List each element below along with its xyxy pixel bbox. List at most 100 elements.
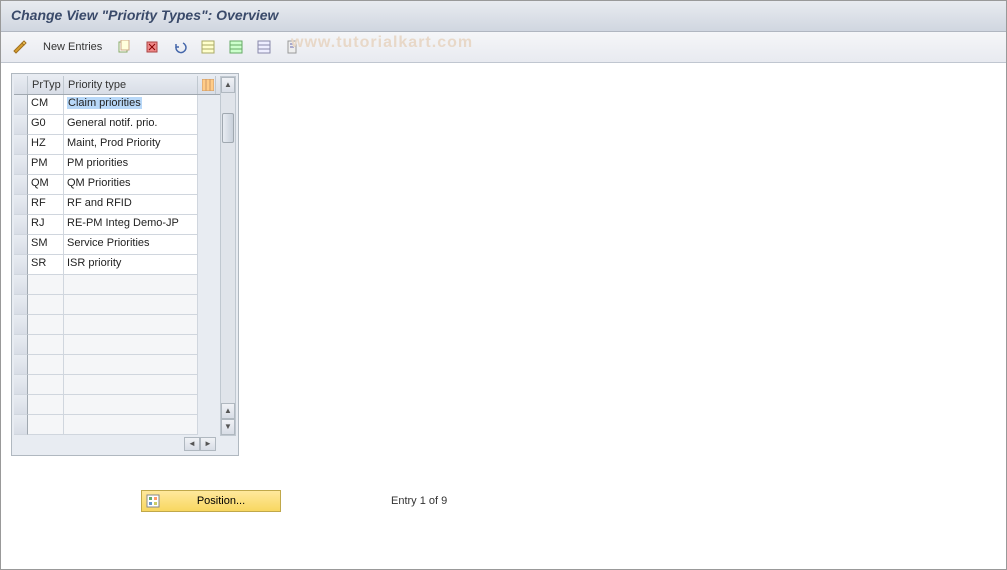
row-select[interactable] (14, 175, 28, 195)
table-row[interactable]: G0General notif. prio. (14, 115, 236, 135)
cell-prtyp[interactable]: PM (28, 155, 64, 175)
row-select[interactable] (14, 415, 28, 435)
table-row[interactable]: RFRF and RFID (14, 195, 236, 215)
copy-icon[interactable] (112, 36, 136, 58)
table-row[interactable]: SMService Priorities (14, 235, 236, 255)
watermark: www.tutorialkart.com (291, 34, 473, 52)
row-select[interactable] (14, 155, 28, 175)
scroll-left-icon[interactable]: ◄ (184, 437, 200, 451)
row-select[interactable] (14, 275, 28, 295)
col-header-desc[interactable]: Priority type (64, 76, 198, 94)
table-row[interactable]: QMQM Priorities (14, 175, 236, 195)
new-entries-button[interactable]: New Entries (37, 41, 108, 53)
cell-prtyp[interactable]: G0 (28, 115, 64, 135)
row-select[interactable] (14, 295, 28, 315)
table-row[interactable]: SRISR priority (14, 255, 236, 275)
cell-prtyp[interactable] (28, 315, 64, 335)
vertical-scrollbar: ▲ ▲ ▼ (220, 76, 236, 436)
cell-desc[interactable] (64, 395, 198, 415)
table-row-empty[interactable] (14, 355, 236, 375)
cell-desc[interactable]: RE-PM Integ Demo-JP (64, 215, 198, 235)
page-title: Change View "Priority Types": Overview (11, 7, 278, 23)
col-header-config-icon[interactable] (198, 76, 216, 94)
cell-desc[interactable] (64, 355, 198, 375)
table-row[interactable]: HZMaint, Prod Priority (14, 135, 236, 155)
row-select[interactable] (14, 395, 28, 415)
grid-body: CMClaim prioritiesG0General notif. prio.… (14, 95, 236, 435)
entry-count: Entry 1 of 9 (391, 495, 447, 507)
cell-desc[interactable] (64, 335, 198, 355)
cell-prtyp[interactable]: CM (28, 95, 64, 115)
cell-desc[interactable] (64, 375, 198, 395)
scroll-top-icon[interactable]: ▲ (221, 403, 235, 419)
cell-prtyp[interactable]: SR (28, 255, 64, 275)
cell-prtyp[interactable] (28, 395, 64, 415)
scroll-thumb[interactable] (222, 113, 234, 143)
position-icon (146, 494, 160, 508)
footer: Position... Entry 1 of 9 (141, 490, 996, 512)
delete-icon[interactable] (140, 36, 164, 58)
cell-desc[interactable]: PM priorities (64, 155, 198, 175)
row-select[interactable] (14, 135, 28, 155)
table-row-empty[interactable] (14, 375, 236, 395)
position-button[interactable]: Position... (141, 490, 281, 512)
toolbar: New Entries www.tutorialkart.com (1, 32, 1006, 63)
table-row[interactable]: CMClaim priorities (14, 95, 236, 115)
deselect-all-icon[interactable] (252, 36, 276, 58)
cell-desc[interactable]: Service Priorities (64, 235, 198, 255)
cell-desc[interactable]: Maint, Prod Priority (64, 135, 198, 155)
cell-prtyp[interactable]: HZ (28, 135, 64, 155)
table-row[interactable]: PMPM priorities (14, 155, 236, 175)
cell-prtyp[interactable] (28, 295, 64, 315)
table-row-empty[interactable] (14, 415, 236, 435)
cell-desc[interactable] (64, 275, 198, 295)
cell-desc[interactable]: QM Priorities (64, 175, 198, 195)
cell-prtyp[interactable]: RF (28, 195, 64, 215)
row-select[interactable] (14, 335, 28, 355)
row-select[interactable] (14, 235, 28, 255)
cell-prtyp[interactable] (28, 355, 64, 375)
grid-panel: PrTyp Priority type CMClaim prioritiesG0… (11, 73, 239, 456)
table-row[interactable]: RJRE-PM Integ Demo-JP (14, 215, 236, 235)
title-bar: Change View "Priority Types": Overview (1, 1, 1006, 32)
row-select[interactable] (14, 95, 28, 115)
table-row-empty[interactable] (14, 295, 236, 315)
col-header-prtyp[interactable]: PrTyp (28, 76, 64, 94)
cell-prtyp[interactable] (28, 275, 64, 295)
row-select[interactable] (14, 195, 28, 215)
cell-prtyp[interactable] (28, 335, 64, 355)
scroll-down-icon[interactable]: ▼ (221, 419, 235, 435)
cell-desc[interactable] (64, 295, 198, 315)
table-row-empty[interactable] (14, 315, 236, 335)
cell-desc[interactable]: ISR priority (64, 255, 198, 275)
config-icon[interactable] (280, 36, 304, 58)
toggle-change-icon[interactable] (7, 36, 33, 58)
cell-desc[interactable]: Claim priorities (64, 95, 198, 115)
cell-desc[interactable] (64, 415, 198, 435)
row-select[interactable] (14, 215, 28, 235)
horizontal-scrollbar: ◄ ► (14, 435, 236, 453)
cell-prtyp[interactable] (28, 375, 64, 395)
row-select[interactable] (14, 315, 28, 335)
cell-desc[interactable]: RF and RFID (64, 195, 198, 215)
col-header-select[interactable] (14, 76, 28, 94)
row-select[interactable] (14, 375, 28, 395)
scroll-up-icon[interactable]: ▲ (221, 77, 235, 93)
cell-prtyp[interactable] (28, 415, 64, 435)
cell-prtyp[interactable]: SM (28, 235, 64, 255)
table-row-empty[interactable] (14, 395, 236, 415)
cell-desc[interactable] (64, 315, 198, 335)
cell-desc[interactable]: General notif. prio. (64, 115, 198, 135)
cell-prtyp[interactable]: QM (28, 175, 64, 195)
table-row-empty[interactable] (14, 275, 236, 295)
undo-icon[interactable] (168, 36, 192, 58)
scroll-right-icon[interactable]: ► (200, 437, 216, 451)
table-row-empty[interactable] (14, 335, 236, 355)
row-select[interactable] (14, 115, 28, 135)
scroll-track[interactable] (221, 93, 235, 403)
select-block-icon[interactable] (224, 36, 248, 58)
row-select[interactable] (14, 355, 28, 375)
select-all-icon[interactable] (196, 36, 220, 58)
cell-prtyp[interactable]: RJ (28, 215, 64, 235)
row-select[interactable] (14, 255, 28, 275)
